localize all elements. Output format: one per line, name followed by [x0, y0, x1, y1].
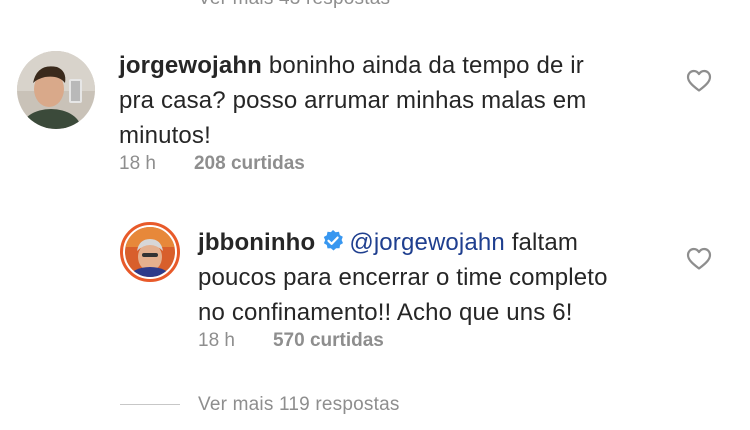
- comment-text: jorgewojahn boninho ainda da tempo de ir…: [119, 48, 586, 153]
- reply-text: jbboninho @jorgewojahn faltam poucos para…: [198, 225, 608, 330]
- reply-body-line3: no confinamento!! Acho que uns 6!: [198, 299, 573, 326]
- avatar-jorgewojahn[interactable]: [17, 51, 95, 129]
- reply-time: 18 h: [198, 330, 235, 351]
- view-more-replies-top[interactable]: Ver mais 43 respostas: [198, 0, 390, 10]
- reply-body-line1: faltam: [511, 229, 578, 256]
- mention-link[interactable]: @jorgewojahn: [349, 229, 505, 256]
- reply-body-line2: poucos para encerrar o time completo: [198, 264, 608, 291]
- comment-body-line1: boninho ainda da tempo de ir: [268, 52, 584, 79]
- comment-time: 18 h: [119, 153, 156, 174]
- avatar-jbboninho[interactable]: [120, 222, 180, 282]
- verified-badge-icon: [321, 228, 345, 252]
- reply-username[interactable]: jbboninho: [198, 229, 315, 256]
- avatar-image: [125, 227, 175, 277]
- comment-meta: 18 h 208 curtidas: [119, 153, 305, 175]
- reply-meta: 18 h 570 curtidas: [198, 330, 384, 352]
- comment-username[interactable]: jorgewojahn: [119, 52, 262, 79]
- reply-likes[interactable]: 570 curtidas: [273, 330, 384, 351]
- heart-icon[interactable]: [686, 69, 712, 93]
- view-more-replies-bottom[interactable]: Ver mais 119 respostas: [198, 394, 400, 416]
- comment-body-line3: minutos!: [119, 122, 211, 149]
- replies-divider: [120, 404, 180, 405]
- comment-body-line2: pra casa? posso arrumar minhas malas em: [119, 87, 587, 114]
- avatar-image: [17, 51, 95, 129]
- comment-likes[interactable]: 208 curtidas: [194, 153, 305, 174]
- heart-icon[interactable]: [686, 247, 712, 271]
